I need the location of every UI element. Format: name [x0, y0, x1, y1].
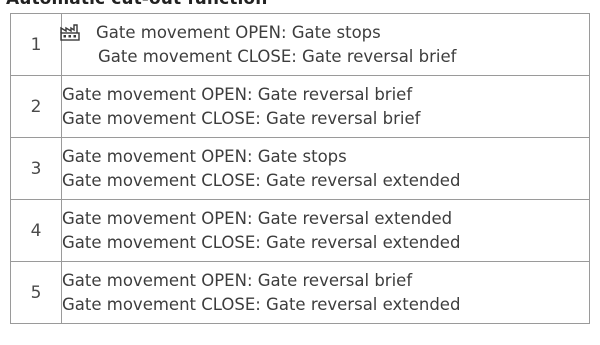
open-behavior-line: Gate movement OPEN: Gate stops — [60, 21, 589, 45]
close-behavior-line: Gate movement CLOSE: Gate reversal exten… — [62, 170, 461, 190]
option-description: Gate movement OPEN: Gate reversal brief … — [61, 261, 590, 324]
option-number: 1 — [10, 13, 62, 76]
option-number: 4 — [10, 199, 62, 262]
open-behavior-text: Gate movement OPEN: Gate stops — [96, 22, 381, 42]
cut-out-options-table: 1 Gate movement OPEN: Gate stops Gate mo… — [10, 13, 590, 324]
open-behavior-line: Gate movement OPEN: Gate reversal extend… — [62, 208, 453, 228]
close-behavior-line: Gate movement CLOSE: Gate reversal brief — [62, 108, 421, 128]
table-row: 4 Gate movement OPEN: Gate reversal exte… — [10, 199, 590, 262]
close-behavior-line: Gate movement CLOSE: Gate reversal brief — [98, 46, 457, 66]
option-description: Gate movement OPEN: Gate reversal extend… — [61, 199, 590, 262]
open-behavior-line: Gate movement OPEN: Gate reversal brief — [62, 270, 413, 290]
option-description: Gate movement OPEN: Gate reversal brief … — [61, 75, 590, 138]
option-number: 2 — [10, 75, 62, 138]
table-row: 1 Gate movement OPEN: Gate stops Gate mo… — [10, 13, 590, 76]
option-number: 5 — [10, 261, 62, 324]
table-row: 3 Gate movement OPEN: Gate stops Gate mo… — [10, 137, 590, 200]
option-description: Gate movement OPEN: Gate stops Gate move… — [60, 13, 590, 76]
close-behavior-line: Gate movement CLOSE: Gate reversal exten… — [62, 232, 461, 252]
page: Automatic cut-out function 1 Gate mo — [0, 0, 600, 345]
open-behavior-line: Gate movement OPEN: Gate reversal brief — [62, 84, 413, 104]
table-row: 5 Gate movement OPEN: Gate reversal brie… — [10, 261, 590, 324]
close-behavior-line: Gate movement CLOSE: Gate reversal exten… — [62, 294, 461, 314]
open-behavior-line: Gate movement OPEN: Gate stops — [62, 146, 347, 166]
table-row: 2 Gate movement OPEN: Gate reversal brie… — [10, 75, 590, 138]
option-number: 3 — [10, 137, 62, 200]
option-description: Gate movement OPEN: Gate stops Gate move… — [61, 137, 590, 200]
section-heading: Automatic cut-out function — [6, 0, 267, 9]
factory-default-icon — [60, 24, 80, 41]
